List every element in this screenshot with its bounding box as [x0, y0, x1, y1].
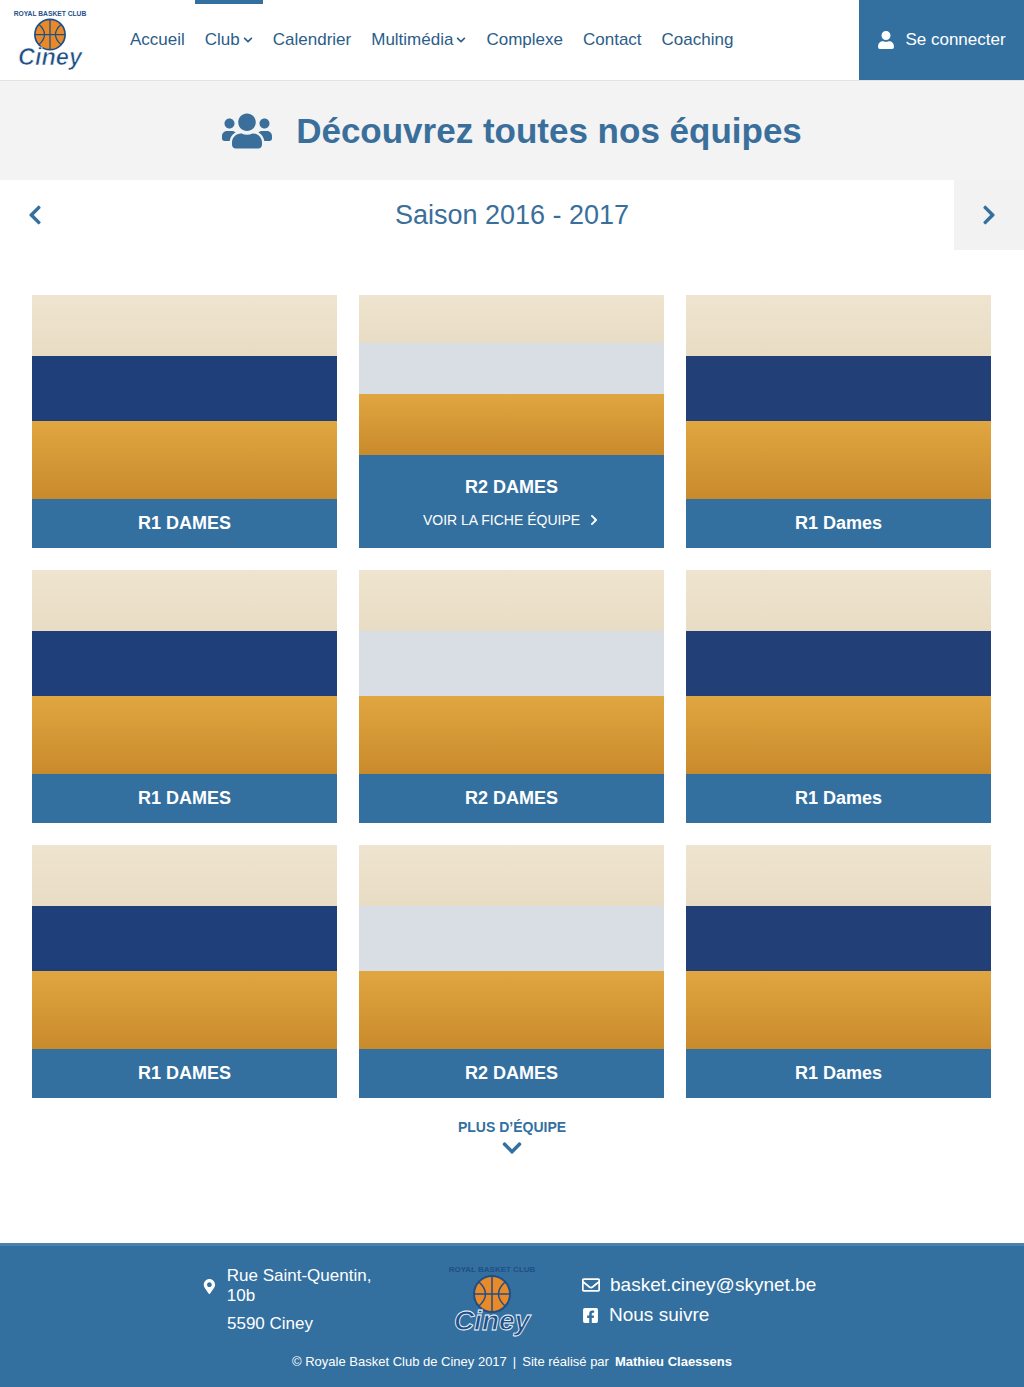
- login-button[interactable]: Se connecter: [859, 0, 1024, 80]
- page: ROYAL BASKET CLUB Ciney AccueilClubCalendr…: [0, 0, 1024, 1387]
- team-name: R2 DAMES: [465, 788, 558, 809]
- team-card[interactable]: R1 DAMES: [32, 845, 337, 1098]
- season-bar: Saison 2016 - 2017: [0, 180, 1024, 250]
- team-photo: [32, 570, 337, 774]
- svg-text:ROYAL BASKET CLUB: ROYAL BASKET CLUB: [449, 1265, 536, 1274]
- team-label: R1 Dames: [686, 499, 991, 548]
- address-line: 5590 Ciney: [202, 1314, 402, 1334]
- team-label: R1 DAMES: [32, 1049, 337, 1098]
- address: Rue Saint-Quentin, 10b 5590 Ciney: [202, 1266, 402, 1334]
- team-card[interactable]: R2 DAMES VOIR LA FICHE ÉQUIPE: [359, 295, 664, 548]
- address-line: Rue Saint-Quentin, 10b: [202, 1266, 402, 1306]
- more-teams-button[interactable]: PLUS D’ÉQUIPE: [452, 1118, 572, 1160]
- team-card[interactable]: R1 Dames: [686, 295, 991, 548]
- team-photo: [359, 845, 664, 1049]
- team-name: R1 Dames: [795, 788, 882, 809]
- next-season-button[interactable]: [954, 180, 1024, 250]
- team-label: R2 DAMES VOIR LA FICHE ÉQUIPE: [359, 455, 664, 548]
- chevron-right-icon: [978, 204, 1000, 226]
- team-name: R1 DAMES: [138, 513, 231, 534]
- chevron-down-icon: [501, 1137, 523, 1159]
- chevron-left-icon: [24, 204, 46, 226]
- facebook-icon: [582, 1307, 599, 1324]
- team-name: R2 DAMES: [465, 1063, 558, 1084]
- footer: Rue Saint-Quentin, 10b 5590 Ciney ROYAL BA…: [0, 1243, 1024, 1387]
- page-title: Découvrez toutes nos équipes: [296, 111, 802, 151]
- copyright: © Royale Basket Club de Ciney 2017|Site …: [292, 1354, 732, 1369]
- team-label: R1 Dames: [686, 1049, 991, 1098]
- team-card[interactable]: R1 DAMES: [32, 295, 337, 548]
- nav-item[interactable]: Accueil: [120, 0, 195, 80]
- nav-item[interactable]: Club: [195, 0, 263, 80]
- team-label: R2 DAMES: [359, 1049, 664, 1098]
- team-card[interactable]: R1 Dames: [686, 845, 991, 1098]
- email-link[interactable]: basket.ciney@skynet.be: [582, 1274, 822, 1296]
- map-marker-icon: [202, 1279, 217, 1294]
- team-photo: [32, 845, 337, 1049]
- team-card[interactable]: R1 Dames: [686, 570, 991, 823]
- team-label: R1 DAMES: [32, 774, 337, 823]
- logo-icon[interactable]: ROYAL BASKET CLUB Ciney: [442, 1260, 542, 1340]
- svg-text:ROYAL BASKET CLUB: ROYAL BASKET CLUB: [14, 10, 87, 17]
- nav-item[interactable]: Contact: [573, 0, 652, 80]
- footer-row: Rue Saint-Quentin, 10b 5590 Ciney ROYAL BA…: [202, 1260, 822, 1340]
- nav-item[interactable]: Complexe: [476, 0, 573, 80]
- chevron-down-icon: [243, 35, 253, 45]
- team-photo: [686, 845, 991, 1049]
- nav-item[interactable]: Multimédia: [361, 0, 476, 80]
- logo-icon[interactable]: ROYAL BASKET CLUB Ciney: [8, 6, 92, 73]
- chevron-right-icon: [588, 514, 600, 526]
- contact: basket.ciney@skynet.be Nous suivre: [582, 1274, 822, 1326]
- team-name: R1 DAMES: [138, 788, 231, 809]
- team-card[interactable]: R1 DAMES: [32, 570, 337, 823]
- nav-item[interactable]: Coaching: [652, 0, 744, 80]
- envelope-icon: [582, 1276, 600, 1294]
- team-name: R1 DAMES: [138, 1063, 231, 1084]
- logo[interactable]: ROYAL BASKET CLUB Ciney: [0, 0, 120, 80]
- user-icon: [877, 31, 895, 49]
- nav-item[interactable]: Calendrier: [263, 0, 361, 80]
- season-label: Saison 2016 - 2017: [70, 180, 954, 250]
- main-nav: AccueilClubCalendrierMultimédiaComplexeC…: [120, 0, 859, 80]
- chevron-down-icon: [456, 35, 466, 45]
- team-card[interactable]: R2 DAMES: [359, 570, 664, 823]
- team-link[interactable]: VOIR LA FICHE ÉQUIPE: [423, 512, 600, 528]
- team-card[interactable]: R2 DAMES: [359, 845, 664, 1098]
- previous-season-button[interactable]: [0, 180, 70, 250]
- team-photo: [686, 295, 991, 499]
- follow-link[interactable]: Nous suivre: [582, 1304, 822, 1326]
- team-name: R2 DAMES: [465, 477, 558, 498]
- author-link[interactable]: Mathieu Claessens: [615, 1354, 732, 1369]
- team-name: R1 Dames: [795, 513, 882, 534]
- header: ROYAL BASKET CLUB Ciney AccueilClubCalendr…: [0, 0, 1024, 81]
- team-label: R2 DAMES: [359, 774, 664, 823]
- team-photo: [359, 295, 664, 455]
- team-label: R1 DAMES: [32, 499, 337, 548]
- svg-text:Ciney: Ciney: [454, 1305, 532, 1336]
- team-photo: [686, 570, 991, 774]
- team-photo: [32, 295, 337, 499]
- team-label: R1 Dames: [686, 774, 991, 823]
- team-grid: R1 DAMES R2 DAMES VOIR LA FICHE ÉQUIPE R1 D…: [32, 295, 1024, 1098]
- svg-text:Ciney: Ciney: [18, 44, 84, 70]
- users-icon: [222, 106, 272, 156]
- title-band: Découvrez toutes nos équipes: [0, 81, 1024, 180]
- team-name: R1 Dames: [795, 1063, 882, 1084]
- team-photo: [359, 570, 664, 774]
